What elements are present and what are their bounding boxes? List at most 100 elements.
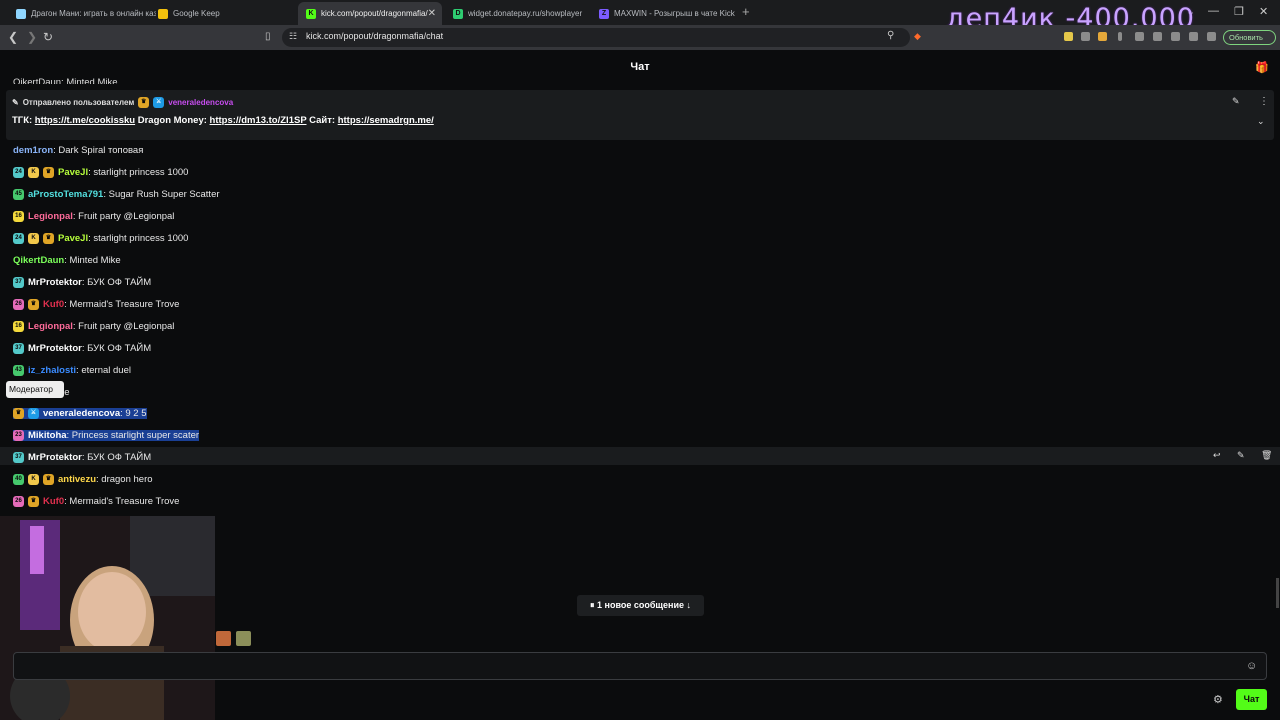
chat-username[interactable]: dem1ron bbox=[13, 145, 53, 156]
chat-message[interactable]: 16 Legionpal: Fruit party @Legionpal bbox=[13, 317, 174, 335]
badge-icon[interactable]: 23 bbox=[13, 429, 24, 441]
puzzle-icon[interactable] bbox=[1153, 32, 1162, 41]
music-icon[interactable] bbox=[1171, 32, 1180, 41]
badge-icon[interactable]: ♛ bbox=[43, 166, 54, 178]
chat-message[interactable]: 37 MrProtektor: БУК ОФ ТАЙМ bbox=[13, 448, 151, 466]
badge-icon[interactable]: ♛ bbox=[28, 495, 39, 507]
chat-message[interactable]: ♛ ⚔ veneraledencova: 9 2 5 bbox=[13, 404, 147, 422]
tab-maxwin[interactable]: Z MAXWIN - Розыгрыш в чате Kick bbox=[591, 2, 736, 25]
pinned-link-site[interactable]: https://semadrgn.me/ bbox=[338, 115, 434, 126]
emote-icon[interactable] bbox=[216, 631, 231, 646]
site-info-icon[interactable]: ☷ bbox=[289, 31, 297, 42]
unpin-icon[interactable]: ✎ bbox=[1232, 96, 1240, 107]
chat-username[interactable]: Kuf0 bbox=[43, 299, 64, 310]
extension-icon[interactable] bbox=[1098, 32, 1107, 41]
delete-icon[interactable]: 🗑 bbox=[1261, 450, 1272, 461]
chat-username[interactable]: MrProtektor bbox=[28, 452, 82, 463]
badge-icon[interactable]: 16 bbox=[13, 210, 24, 222]
badge-icon[interactable]: K bbox=[28, 232, 39, 244]
badge-icon[interactable]: ⚔ bbox=[28, 407, 39, 419]
gift-icon[interactable]: 🎁 bbox=[1255, 61, 1269, 74]
chat-message[interactable]: dem1ron: Dark Spiral топовая bbox=[13, 141, 143, 159]
badge-icon[interactable]: 24 bbox=[13, 166, 24, 178]
emote-icon[interactable] bbox=[236, 631, 251, 646]
extension-icon[interactable] bbox=[1064, 32, 1073, 41]
chat-message[interactable]: 26 ♛ Kuf0: Mermaid's Treasure Trove bbox=[13, 492, 179, 510]
gear-icon[interactable]: ⚙ bbox=[1213, 693, 1223, 706]
badge-icon[interactable]: 37 bbox=[13, 276, 24, 288]
pinned-link-dragon[interactable]: https://dm13.to/ZI1SP bbox=[210, 115, 307, 126]
badge-icon[interactable]: 24 bbox=[13, 232, 24, 244]
badge-icon[interactable]: 37 bbox=[13, 342, 24, 354]
close-tab-icon[interactable]: ✕ bbox=[428, 8, 436, 19]
chat-message[interactable]: QikertDaun: Minted Mike bbox=[13, 251, 121, 269]
chat-message[interactable]: 24 K ♛ PaveJl: starlight princess 1000 bbox=[13, 229, 188, 247]
chat-username[interactable]: antivezu bbox=[58, 474, 96, 485]
sparkle-icon[interactable] bbox=[1189, 32, 1198, 41]
send-button[interactable]: Чат bbox=[1236, 689, 1267, 710]
update-button[interactable]: Обновить bbox=[1223, 30, 1276, 45]
badge-icon[interactable]: 43 bbox=[13, 364, 24, 376]
badge-icon[interactable]: 45 bbox=[13, 188, 24, 200]
chat-input[interactable] bbox=[13, 652, 1267, 680]
badge-icon[interactable]: 16 bbox=[13, 320, 24, 332]
brave-shield-icon[interactable]: ◆ bbox=[914, 31, 921, 42]
chat-username[interactable]: MrProtektor bbox=[28, 343, 82, 354]
chat-username[interactable]: veneraledencova bbox=[43, 408, 120, 419]
extension-icon[interactable] bbox=[1135, 32, 1144, 41]
tab-kick-chat[interactable]: K kick.com/popout/dragonmafia/ ✕ bbox=[298, 2, 442, 25]
chat-username[interactable]: Legionpal bbox=[28, 321, 73, 332]
chat-message[interactable]: 26 ♛ Kuf0: Mermaid's Treasure Trove bbox=[13, 295, 179, 313]
badge-icon[interactable]: 26 bbox=[13, 495, 24, 507]
chat-username[interactable]: iz_zhalosti bbox=[28, 365, 76, 376]
chat-username[interactable]: PaveJl bbox=[58, 167, 88, 178]
badge-icon[interactable]: 26 bbox=[13, 298, 24, 310]
badge-icon[interactable]: ♛ bbox=[43, 473, 54, 485]
zoom-icon[interactable]: ⚲ bbox=[887, 30, 894, 41]
badge-icon[interactable]: K bbox=[28, 473, 39, 485]
chat-message[interactable]: 37 MrProtektor: БУК ОФ ТАЙМ bbox=[13, 339, 151, 357]
badge-icon[interactable]: 37 bbox=[13, 451, 24, 463]
reply-icon[interactable]: ↩ bbox=[1213, 450, 1221, 461]
tab-dragon-money[interactable]: Драгон Мани: играть в онлайн каз bbox=[8, 2, 156, 25]
minimize-button[interactable]: — bbox=[1208, 5, 1219, 17]
chat-message[interactable]: 24 K ♛ PaveJl: starlight princess 1000 bbox=[13, 163, 188, 181]
pin-message-icon[interactable]: ✎ bbox=[1237, 450, 1245, 461]
chat-username[interactable]: QikertDaun bbox=[13, 255, 64, 266]
scrollbar[interactable] bbox=[1276, 578, 1279, 608]
badge-icon[interactable]: ♛ bbox=[28, 298, 39, 310]
vpn-icon[interactable] bbox=[1207, 32, 1216, 41]
chat-username[interactable]: Mikitoha bbox=[28, 430, 67, 441]
close-window-button[interactable]: ✕ bbox=[1259, 5, 1268, 18]
bookmark-icon[interactable]: ▯ bbox=[265, 31, 271, 42]
chat-message[interactable]: 16 Legionpal: Fruit party @Legionpal bbox=[13, 207, 174, 225]
chevron-down-icon[interactable]: ⌄ bbox=[1257, 116, 1265, 127]
badge-icon[interactable]: ♛ bbox=[13, 407, 24, 419]
new-tab-button[interactable]: + bbox=[742, 4, 750, 19]
chat-message[interactable]: 37 MrProtektor: БУК ОФ ТАЙМ bbox=[13, 273, 151, 291]
chat-message[interactable]: 43 iz_zhalosti: eternal duel bbox=[13, 361, 131, 379]
chat-username[interactable]: PaveJl bbox=[58, 233, 88, 244]
forward-icon[interactable]: ❯ bbox=[27, 30, 37, 44]
emoji-icon[interactable]: ☺ bbox=[1246, 660, 1257, 672]
pinned-link-telegram[interactable]: https://t.me/cookissku bbox=[35, 115, 135, 126]
chat-message[interactable]: 45 aProstoTema791: Sugar Rush Super Scatt… bbox=[13, 185, 220, 203]
reload-icon[interactable]: ↻ bbox=[43, 30, 53, 44]
chat-message[interactable]: 23 Mikitoha: Princess starlight super sca… bbox=[13, 426, 200, 444]
new-messages-button[interactable]: ⏸ 1 новое сообщение ↓ bbox=[577, 595, 704, 616]
pinned-by-user[interactable]: veneraledencova bbox=[168, 98, 233, 107]
badge-icon[interactable]: ♛ bbox=[43, 232, 54, 244]
tab-google-keep[interactable]: Google Keep bbox=[150, 2, 290, 25]
badge-icon[interactable]: 40 bbox=[13, 473, 24, 485]
chat-username[interactable]: Kuf0 bbox=[43, 496, 64, 507]
back-icon[interactable]: ❮ bbox=[8, 30, 18, 44]
chat-username[interactable]: aProstoTema791 bbox=[28, 189, 103, 200]
chat-username[interactable]: Legionpal bbox=[28, 211, 73, 222]
more-options-icon[interactable]: ⋮ bbox=[1259, 96, 1269, 107]
tab-donatepay[interactable]: D widget.donatepay.ru/showplayer bbox=[445, 2, 587, 25]
chat-message[interactable]: 40 K ♛ antivezu: dragon hero bbox=[13, 470, 153, 488]
chat-username[interactable]: MrProtektor bbox=[28, 277, 82, 288]
extension-icon[interactable] bbox=[1118, 32, 1122, 41]
maximize-button[interactable]: ❐ bbox=[1234, 5, 1244, 18]
badge-icon[interactable]: K bbox=[28, 166, 39, 178]
